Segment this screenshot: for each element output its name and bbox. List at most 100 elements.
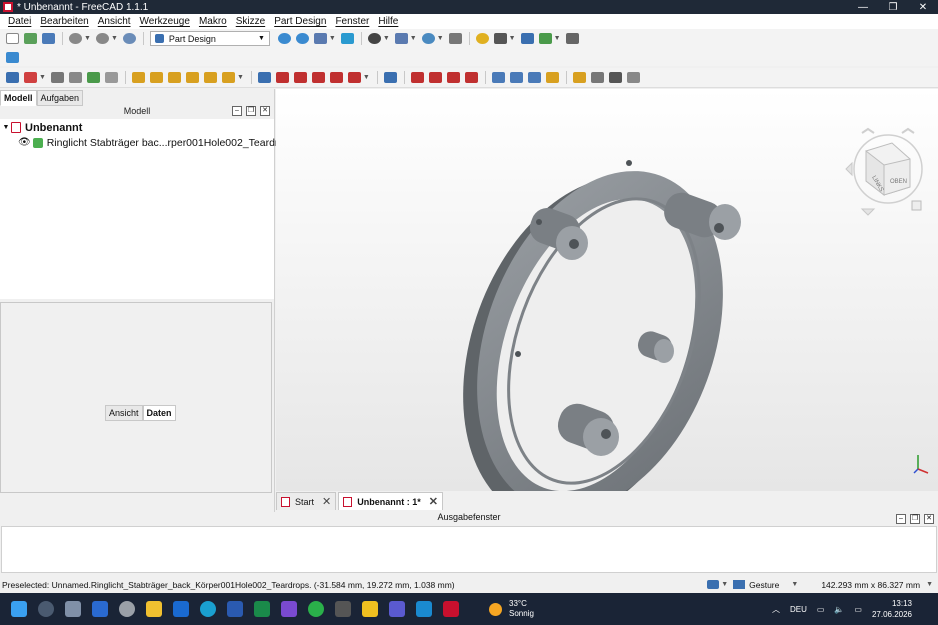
save-icon[interactable] — [42, 33, 55, 44]
bounding-box-icon[interactable] — [340, 33, 354, 44]
menu-werkzeuge[interactable]: Werkzeuge — [140, 16, 190, 27]
menu-datei[interactable]: Datei — [8, 16, 31, 27]
minimize-panel-icon[interactable]: – — [896, 514, 906, 524]
dimensions-dropdown-icon[interactable]: ▼ — [926, 581, 933, 588]
mirrored-icon[interactable] — [410, 72, 424, 83]
tab-modell[interactable]: Modell — [0, 90, 37, 106]
edge-browser-icon[interactable] — [200, 601, 216, 617]
groove-icon[interactable] — [293, 72, 307, 83]
close-tab-icon[interactable]: ✕ — [322, 495, 331, 508]
weather-widget[interactable]: 33°C Sonnig — [489, 599, 534, 619]
fillet-icon[interactable] — [491, 72, 505, 83]
volume-icon[interactable]: 🔈 — [834, 605, 844, 614]
hole-icon[interactable] — [275, 72, 289, 83]
float-panel-icon[interactable]: ❐ — [246, 106, 256, 116]
visibility-eye-icon[interactable]: 👁 — [18, 137, 31, 148]
close-tab-icon[interactable]: ✕ — [429, 495, 438, 508]
link-dropdown-icon[interactable]: ▼ — [554, 35, 561, 42]
maximize-button[interactable]: ❐ — [878, 2, 908, 13]
tab-start[interactable]: Start ✕ — [276, 492, 337, 510]
create-sketch-icon[interactable] — [24, 72, 37, 83]
standard-views-icon[interactable] — [367, 33, 381, 44]
navigation-style-selector[interactable]: Gesture ▼ — [733, 580, 803, 590]
undo-icon[interactable] — [69, 33, 82, 44]
excel-icon[interactable] — [254, 601, 270, 617]
settings-gear-icon[interactable] — [119, 601, 135, 617]
subtractive-loft-icon[interactable] — [311, 72, 325, 83]
measure-dropdown-icon[interactable]: ▼ — [437, 35, 444, 42]
sub-shape-binder-icon[interactable] — [104, 72, 118, 83]
menu-part-design[interactable]: Part Design — [274, 16, 326, 27]
chamfer-icon[interactable] — [509, 72, 523, 83]
part-icon[interactable] — [475, 33, 489, 44]
create-body-icon[interactable] — [6, 72, 19, 83]
remote-desktop-icon[interactable] — [416, 601, 432, 617]
lock-app-icon[interactable] — [335, 601, 351, 617]
word-icon[interactable] — [227, 601, 243, 617]
chevron-down-icon[interactable]: ▼ — [1, 124, 11, 131]
language-indicator[interactable]: DEU — [790, 605, 807, 614]
menu-bearbeiten[interactable]: Bearbeiten — [40, 16, 88, 27]
datum-axes-icon[interactable] — [493, 33, 507, 44]
teams-icon[interactable] — [389, 601, 405, 617]
revolution-icon[interactable] — [149, 72, 163, 83]
pocket-icon[interactable] — [257, 72, 271, 83]
draw-style-icon[interactable] — [313, 33, 327, 44]
whatsapp-icon[interactable] — [308, 601, 324, 617]
clock[interactable]: 13:13 27.06.2026 — [872, 598, 912, 620]
chevron-up-icon[interactable]: ︿ — [772, 604, 780, 615]
menu-fenster[interactable]: Fenster — [335, 16, 369, 27]
close-panel-icon[interactable]: ✕ — [260, 106, 270, 116]
subtractive-pipe-icon[interactable] — [329, 72, 343, 83]
draw-style-dropdown-icon[interactable]: ▼ — [329, 35, 336, 42]
redo-dropdown-icon[interactable]: ▼ — [111, 35, 118, 42]
refresh-icon[interactable] — [122, 33, 136, 44]
sticky-notes-icon[interactable] — [362, 601, 378, 617]
shape-binder-icon[interactable] — [86, 72, 100, 83]
additive-primitive-dropdown-icon[interactable]: ▼ — [237, 74, 244, 81]
windows-start-icon[interactable] — [11, 601, 27, 617]
wizard-icon[interactable] — [626, 72, 640, 83]
battery-icon[interactable]: ▭ — [854, 605, 862, 614]
outlook-icon[interactable] — [173, 601, 189, 617]
undo-dropdown-icon[interactable]: ▼ — [84, 35, 91, 42]
units-icon[interactable] — [707, 580, 720, 589]
tab-aufgaben[interactable]: Aufgaben — [36, 90, 84, 106]
sketch-dropdown-icon[interactable]: ▼ — [39, 74, 46, 81]
3d-model-view[interactable]: LINKS OBEN — [276, 89, 938, 491]
output-window[interactable] — [1, 526, 937, 573]
subtractive-primitive-dropdown-icon[interactable]: ▼ — [363, 74, 370, 81]
axonometric-view-icon[interactable] — [394, 33, 408, 44]
linear-pattern-icon[interactable] — [428, 72, 442, 83]
additive-helix-icon[interactable] — [203, 72, 217, 83]
involute-gear-icon[interactable] — [590, 72, 604, 83]
shaft-design-icon[interactable] — [608, 72, 622, 83]
3d-viewport[interactable]: LINKS OBEN — [276, 89, 938, 491]
draft-icon[interactable] — [527, 72, 541, 83]
tree-item-document[interactable]: ▼ Unbenannt — [0, 120, 83, 135]
subtractive-primitive-icon[interactable] — [347, 72, 361, 83]
new-document-icon[interactable] — [6, 33, 19, 44]
navigation-cube[interactable]: LINKS OBEN — [845, 127, 923, 216]
link-icon[interactable] — [538, 33, 552, 44]
thickness-icon[interactable] — [545, 72, 559, 83]
tab-daten[interactable]: Daten — [142, 405, 176, 421]
clipping-plane-icon[interactable] — [448, 33, 462, 44]
menu-skizze[interactable]: Skizze — [236, 16, 265, 27]
tree-item-body[interactable]: 👁 Ringlicht Stabträger bac...rper001Hole… — [18, 135, 295, 150]
search-icon[interactable] — [38, 601, 54, 617]
close-panel-icon[interactable]: ✕ — [924, 514, 934, 524]
open-document-icon[interactable] — [24, 33, 37, 44]
macro-icon[interactable] — [565, 33, 579, 44]
units-dropdown-icon[interactable]: ▼ — [721, 581, 728, 588]
polar-pattern-icon[interactable] — [446, 72, 460, 83]
tab-ansicht[interactable]: Ansicht — [105, 405, 143, 421]
file-explorer-icon[interactable] — [146, 601, 162, 617]
task-view-icon[interactable] — [65, 601, 81, 617]
whats-this-icon[interactable] — [6, 51, 19, 63]
tab-unbenannt[interactable]: Unbenannt : 1* ✕ — [338, 492, 443, 510]
validate-sketch-icon[interactable] — [50, 72, 64, 83]
minimize-panel-icon[interactable]: – — [232, 106, 242, 116]
standard-views-dropdown-icon[interactable]: ▼ — [383, 35, 390, 42]
additive-loft-icon[interactable] — [167, 72, 181, 83]
